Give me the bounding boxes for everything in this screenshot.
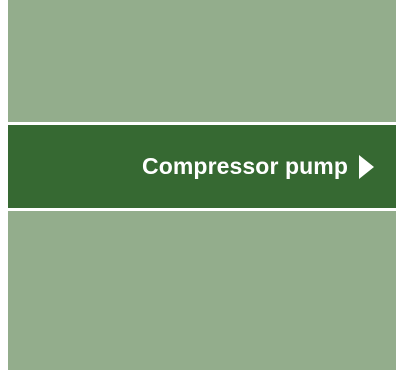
menu-panel-top [8, 0, 396, 122]
menu-item-label: Compressor pump [142, 153, 348, 179]
navigation-menu: Compressor pump [8, 0, 396, 370]
chevron-right-icon [359, 154, 374, 179]
menu-item-compressor-pump[interactable]: Compressor pump [8, 125, 396, 208]
menu-panel-bottom [8, 211, 396, 370]
